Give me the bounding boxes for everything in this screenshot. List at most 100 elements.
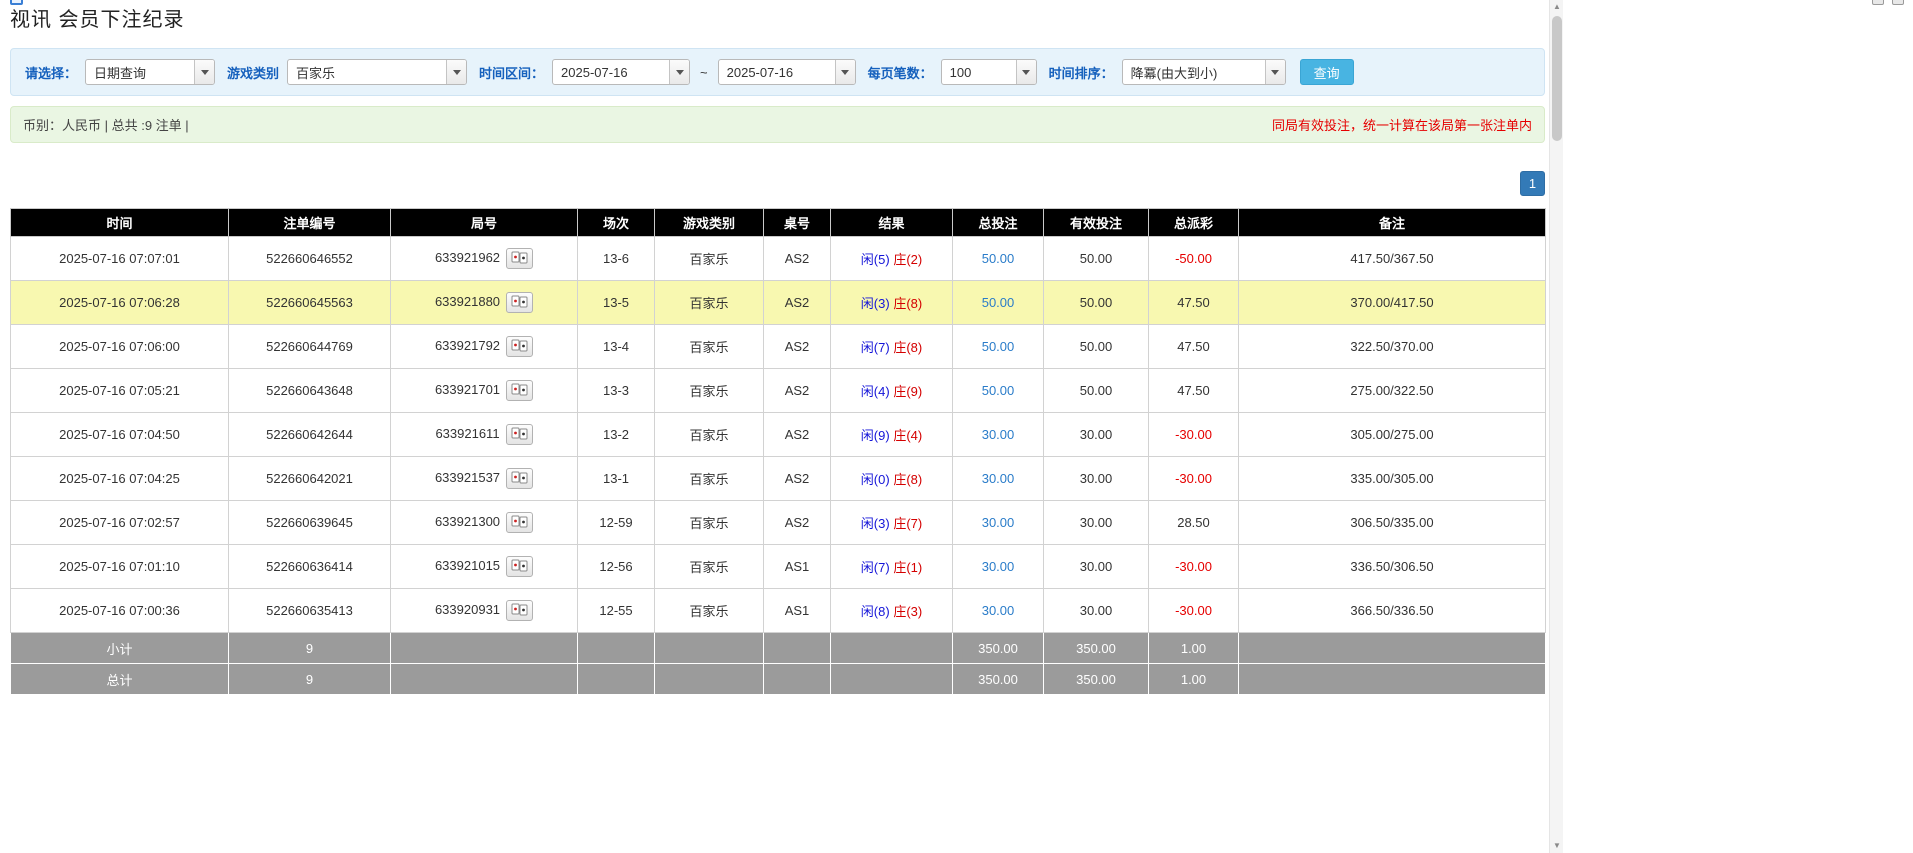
- scroll-up-icon[interactable]: ▲: [1550, 0, 1564, 14]
- table-row: 2025-07-16 07:00:36 522660635413 6339209…: [11, 589, 1546, 633]
- date-range-separator: ~: [700, 65, 708, 80]
- cell-table: AS2: [764, 325, 831, 369]
- cell-total-bet: 50.00: [953, 281, 1044, 325]
- view-result-button[interactable]: [506, 424, 533, 445]
- cell-remark: 366.50/336.50: [1239, 589, 1546, 633]
- select-type-label: 请选择：: [25, 63, 77, 82]
- date-from-input[interactable]: [553, 60, 669, 84]
- cards-icon: [511, 515, 528, 528]
- view-result-button[interactable]: [506, 292, 533, 313]
- cell-table: AS1: [764, 589, 831, 633]
- cell-game: 百家乐: [655, 413, 764, 457]
- view-result-button[interactable]: [506, 600, 533, 621]
- cell-result: 闲(7) 庄(8): [831, 325, 953, 369]
- cell-bet-id: 522660645563: [229, 281, 391, 325]
- subtotal-label: 小计: [11, 633, 229, 664]
- cell-session: 13-5: [578, 281, 655, 325]
- chevron-down-icon[interactable]: [446, 60, 466, 84]
- game-type-input[interactable]: [288, 60, 446, 84]
- table-row: 2025-07-16 07:01:10 522660636414 6339210…: [11, 545, 1546, 589]
- total-bet-link[interactable]: 30.00: [982, 515, 1015, 530]
- total-count: 9: [229, 664, 391, 695]
- total-bet-link[interactable]: 30.00: [982, 559, 1015, 574]
- chevron-down-icon[interactable]: [669, 60, 689, 84]
- cell-round: 633921611: [391, 413, 578, 457]
- date-to-input[interactable]: [719, 60, 835, 84]
- scroll-down-icon[interactable]: ▼: [1550, 839, 1564, 853]
- header-remark: 备注: [1239, 209, 1546, 237]
- cell-table: AS2: [764, 501, 831, 545]
- pagination: 1: [10, 171, 1545, 196]
- page-size-input[interactable]: [942, 60, 1016, 84]
- cell-table: AS2: [764, 237, 831, 281]
- search-button[interactable]: 查询: [1300, 59, 1354, 85]
- total-bet-link[interactable]: 50.00: [982, 251, 1015, 266]
- banker-result: 庄(8): [893, 472, 922, 487]
- home-icon[interactable]: [10, 0, 23, 5]
- banker-result: 庄(2): [893, 252, 922, 267]
- total-bet-link[interactable]: 50.00: [982, 383, 1015, 398]
- round-number: 633921880: [435, 294, 500, 309]
- cell-total-bet: 30.00: [953, 501, 1044, 545]
- cards-icon: [511, 559, 528, 572]
- vertical-scrollbar[interactable]: ▲ ▼: [1549, 0, 1563, 853]
- cell-session: 12-56: [578, 545, 655, 589]
- toolbar-icon-1[interactable]: [1872, 0, 1884, 5]
- cell-result: 闲(4) 庄(9): [831, 369, 953, 413]
- cell-bet-id: 522660646552: [229, 237, 391, 281]
- toolbar-icon-2[interactable]: [1892, 0, 1904, 5]
- total-bet-link[interactable]: 30.00: [982, 603, 1015, 618]
- banker-result: 庄(8): [893, 340, 922, 355]
- view-result-button[interactable]: [506, 336, 533, 357]
- cell-payout: 47.50: [1149, 281, 1239, 325]
- subtotal-total-bet: 350.00: [953, 633, 1044, 664]
- total-bet-link[interactable]: 30.00: [982, 471, 1015, 486]
- total-bet-link[interactable]: 50.00: [982, 339, 1015, 354]
- view-result-button[interactable]: [506, 556, 533, 577]
- cell-round: 633921015: [391, 545, 578, 589]
- cell-result: 闲(9) 庄(4): [831, 413, 953, 457]
- cell-total-bet: 50.00: [953, 237, 1044, 281]
- game-type-dropdown[interactable]: [287, 59, 467, 85]
- chevron-down-icon[interactable]: [194, 60, 214, 84]
- player-result: 闲(0): [861, 472, 890, 487]
- cell-time: 2025-07-16 07:05:21: [11, 369, 229, 413]
- cell-result: 闲(0) 庄(8): [831, 457, 953, 501]
- select-type-input[interactable]: [86, 60, 194, 84]
- cell-table: AS1: [764, 545, 831, 589]
- round-number: 633920931: [435, 602, 500, 617]
- chevron-down-icon[interactable]: [1016, 60, 1036, 84]
- total-bet-link[interactable]: 50.00: [982, 295, 1015, 310]
- page-size-dropdown[interactable]: [941, 59, 1037, 85]
- view-result-button[interactable]: [506, 512, 533, 533]
- page-1-button[interactable]: 1: [1520, 171, 1545, 196]
- date-from-dropdown[interactable]: [552, 59, 690, 85]
- cell-table: AS2: [764, 281, 831, 325]
- filter-bar: 请选择： 游戏类别 时间区间： ~ 每页笔数： 时间排序： 查询: [10, 48, 1545, 96]
- cell-game: 百家乐: [655, 237, 764, 281]
- header-session: 场次: [578, 209, 655, 237]
- chevron-down-icon[interactable]: [835, 60, 855, 84]
- banker-result: 庄(4): [893, 428, 922, 443]
- select-type-dropdown[interactable]: [85, 59, 215, 85]
- header-bet-id: 注单编号: [229, 209, 391, 237]
- cell-remark: 370.00/417.50: [1239, 281, 1546, 325]
- sort-order-input[interactable]: [1123, 60, 1265, 84]
- cell-payout: 47.50: [1149, 325, 1239, 369]
- cell-total-bet: 30.00: [953, 413, 1044, 457]
- view-result-button[interactable]: [506, 380, 533, 401]
- total-total-bet: 350.00: [953, 664, 1044, 695]
- view-result-button[interactable]: [506, 468, 533, 489]
- round-number: 633921537: [435, 470, 500, 485]
- cell-round: 633921880: [391, 281, 578, 325]
- scrollbar-thumb[interactable]: [1552, 16, 1562, 141]
- chevron-down-icon[interactable]: [1265, 60, 1285, 84]
- total-bet-link[interactable]: 30.00: [982, 427, 1015, 442]
- sort-order-dropdown[interactable]: [1122, 59, 1286, 85]
- date-to-dropdown[interactable]: [718, 59, 856, 85]
- cell-total-bet: 50.00: [953, 369, 1044, 413]
- view-result-button[interactable]: [506, 248, 533, 269]
- cell-remark: 322.50/370.00: [1239, 325, 1546, 369]
- cards-icon: [511, 383, 528, 396]
- cell-time: 2025-07-16 07:06:28: [11, 281, 229, 325]
